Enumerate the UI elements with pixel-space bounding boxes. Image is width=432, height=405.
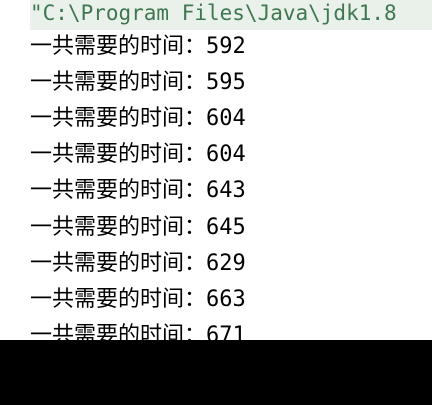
output-value: 604 bbox=[206, 142, 246, 167]
output-value: 604 bbox=[206, 106, 246, 131]
output-value: 592 bbox=[206, 34, 246, 59]
output-line: 一共需要的时间：592 bbox=[30, 30, 246, 62]
bottom-black-bar bbox=[0, 340, 432, 405]
output-value: 643 bbox=[206, 178, 246, 203]
command-line: "C:\Program Files\Java\jdk1.8 bbox=[30, 0, 432, 30]
output-line: 一共需要的时间：595 bbox=[30, 66, 246, 98]
output-line: 一共需要的时间：604 bbox=[30, 102, 246, 134]
output-value: 629 bbox=[206, 251, 246, 276]
output-label: 一共需要的时间： bbox=[30, 106, 207, 131]
output-label: 一共需要的时间： bbox=[30, 215, 207, 240]
output-label: 一共需要的时间： bbox=[30, 142, 207, 167]
output-label: 一共需要的时间： bbox=[30, 34, 207, 59]
output-value: 645 bbox=[206, 215, 246, 240]
output-label: 一共需要的时间： bbox=[30, 287, 207, 312]
output-line: 一共需要的时间：643 bbox=[30, 174, 246, 206]
output-label: 一共需要的时间： bbox=[30, 323, 207, 340]
output-line: 一共需要的时间：629 bbox=[30, 247, 246, 279]
output-line: 一共需要的时间：645 bbox=[30, 211, 246, 243]
output-line: 一共需要的时间：671 bbox=[30, 319, 246, 340]
output-label: 一共需要的时间： bbox=[30, 70, 207, 95]
output-line: 一共需要的时间：604 bbox=[30, 138, 246, 170]
output-line: 一共需要的时间：663 bbox=[30, 283, 246, 315]
output-label: 一共需要的时间： bbox=[30, 178, 207, 203]
output-value: 671 bbox=[206, 323, 246, 340]
output-label: 一共需要的时间： bbox=[30, 251, 207, 276]
output-value: 663 bbox=[206, 287, 246, 312]
console-output[interactable]: "C:\Program Files\Java\jdk1.8 一共需要的时间：59… bbox=[0, 0, 432, 340]
output-value: 595 bbox=[206, 70, 246, 95]
